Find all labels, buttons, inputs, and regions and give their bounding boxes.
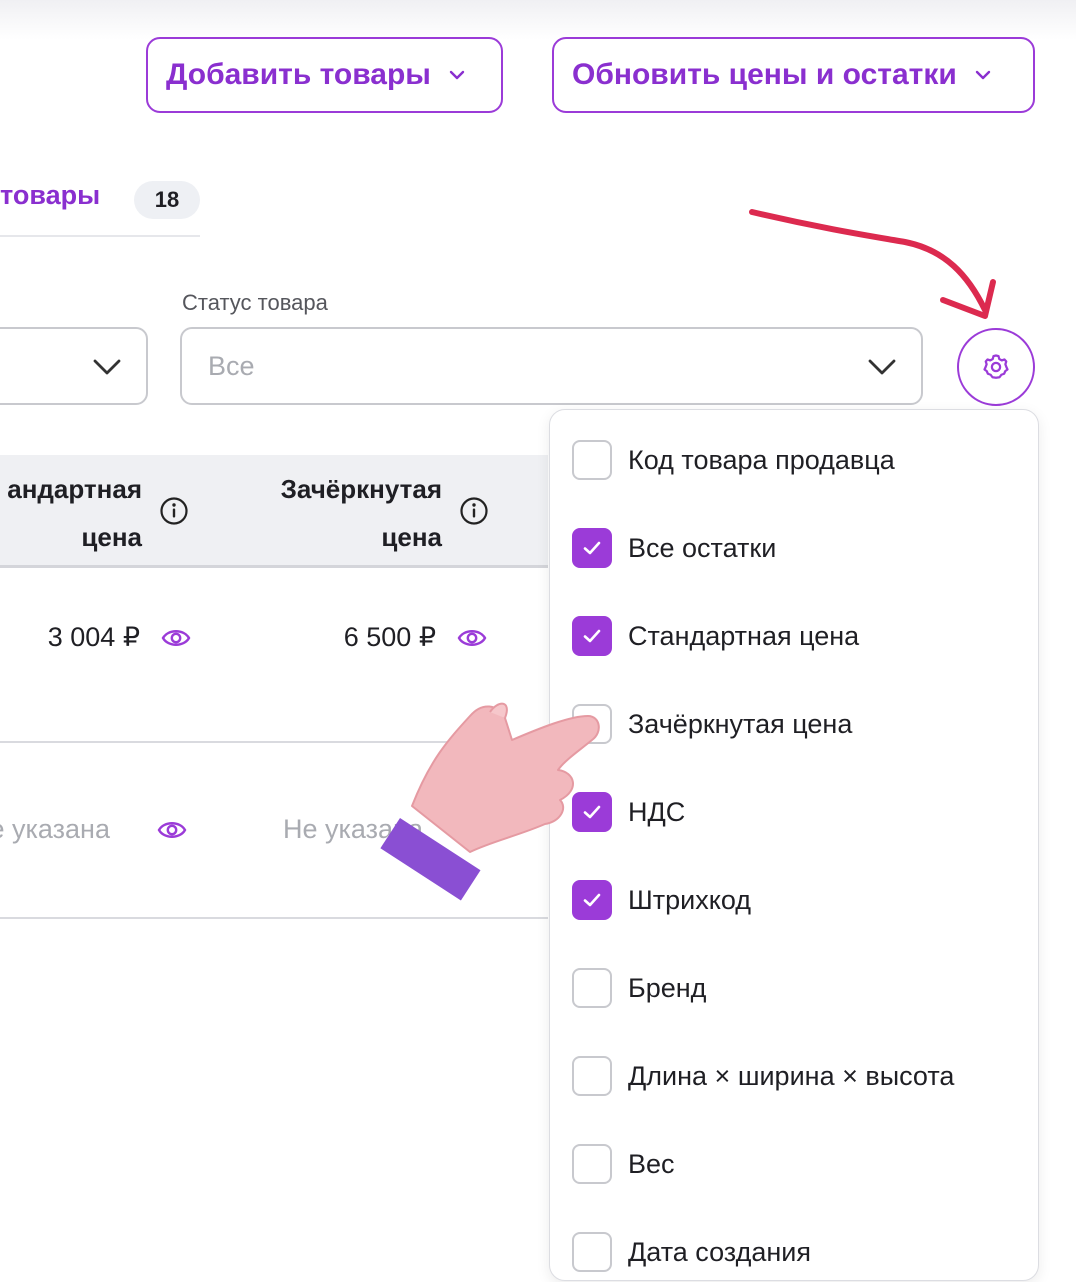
tab-underline <box>0 235 200 237</box>
column-option-brand[interactable]: Бренд <box>572 966 706 1010</box>
update-prices-label: Обновить цены и остатки <box>572 58 957 91</box>
column-option-label: Код товара продавца <box>628 444 895 475</box>
status-filter-label: Статус товара <box>182 290 328 315</box>
checkbox-checked[interactable] <box>572 616 612 656</box>
checkbox-checked[interactable] <box>572 792 612 832</box>
column-option-label: Длина × ширина × высота <box>628 1060 955 1091</box>
column-option-label: Стандартная цена <box>628 620 860 651</box>
chevron-down-icon <box>449 70 465 80</box>
column-option-label: Бренд <box>628 972 707 1003</box>
column-option-all-stock[interactable]: Все остатки <box>572 526 776 570</box>
column-header-line: Зачёркнутая <box>280 474 442 504</box>
checkbox[interactable] <box>572 1056 612 1096</box>
column-settings-menu: Код товара продавца Все остатки Стандарт… <box>549 409 1039 1281</box>
update-prices-button[interactable]: Обновить цены и остатки <box>552 37 1035 113</box>
checkbox[interactable] <box>572 1232 612 1272</box>
tab-goods-count-badge: 18 <box>134 181 200 219</box>
column-header-line: цена <box>81 522 142 552</box>
column-option-created-date[interactable]: Дата создания <box>572 1230 811 1274</box>
column-header-standard-price[interactable]: андартная цена <box>7 465 142 561</box>
column-option-seller-code[interactable]: Код товара продавца <box>572 438 895 482</box>
column-option-vat[interactable]: НДС <box>572 790 685 834</box>
previous-filter-select[interactable] <box>0 327 148 405</box>
check-icon <box>583 805 601 819</box>
row1-strike-price: 6 500 ₽ <box>343 622 436 652</box>
row-divider <box>0 917 548 919</box>
row1-standard-price: 3 004 ₽ <box>47 622 140 652</box>
tab-goods[interactable]: товары <box>0 180 100 211</box>
row-divider <box>0 741 548 743</box>
column-option-label: Все остатки <box>628 532 777 563</box>
gear-icon <box>983 354 1009 379</box>
check-icon <box>583 629 601 643</box>
column-option-weight[interactable]: Вес <box>572 1142 675 1186</box>
checkbox[interactable] <box>572 440 612 480</box>
add-goods-button[interactable]: Добавить товары <box>146 37 503 113</box>
add-goods-label: Добавить товары <box>166 58 431 91</box>
eye-icon[interactable] <box>457 627 487 649</box>
column-option-label: Штрихкод <box>628 884 752 915</box>
checkbox[interactable] <box>572 1144 612 1184</box>
chevron-down-icon <box>868 359 896 375</box>
info-icon[interactable] <box>159 496 189 526</box>
row2-strike-price: Не указана <box>283 814 423 844</box>
table-header: андартная цена Зачёркнутая цена <box>0 455 548 568</box>
column-option-standard-price[interactable]: Стандартная цена <box>572 614 859 658</box>
eye-icon[interactable] <box>157 819 187 841</box>
check-icon <box>583 541 601 555</box>
red-arrow <box>749 209 996 319</box>
column-option-label: Вес <box>628 1148 675 1179</box>
column-option-label: Зачёркнутая цена <box>628 708 853 739</box>
column-header-line: андартная <box>7 474 142 504</box>
status-filter-value: Все <box>208 351 255 381</box>
eye-icon[interactable] <box>161 627 191 649</box>
row2-standard-price: Не указана <box>0 814 110 844</box>
checkbox[interactable] <box>572 704 612 744</box>
column-option-label: НДС <box>628 796 686 827</box>
checkbox[interactable] <box>572 968 612 1008</box>
info-icon[interactable] <box>459 496 489 526</box>
status-filter-select[interactable]: Все <box>180 327 923 405</box>
table-settings-button[interactable] <box>957 328 1035 406</box>
chevron-down-icon <box>975 70 990 80</box>
checkbox-checked[interactable] <box>572 880 612 920</box>
column-option-label: Дата создания <box>628 1236 811 1267</box>
check-icon <box>583 893 601 907</box>
column-option-barcode[interactable]: Штрихкод <box>572 878 751 922</box>
column-option-dimensions[interactable]: Длина × ширина × высота <box>572 1054 954 1098</box>
column-header-strike-price[interactable]: Зачёркнутая цена <box>281 465 442 561</box>
column-header-line: цена <box>381 522 442 552</box>
column-option-strike-price[interactable]: Зачёркнутая цена <box>572 702 852 746</box>
checkbox-checked[interactable] <box>572 528 612 568</box>
chevron-down-icon <box>93 359 121 375</box>
top-bar-background <box>0 0 1076 40</box>
